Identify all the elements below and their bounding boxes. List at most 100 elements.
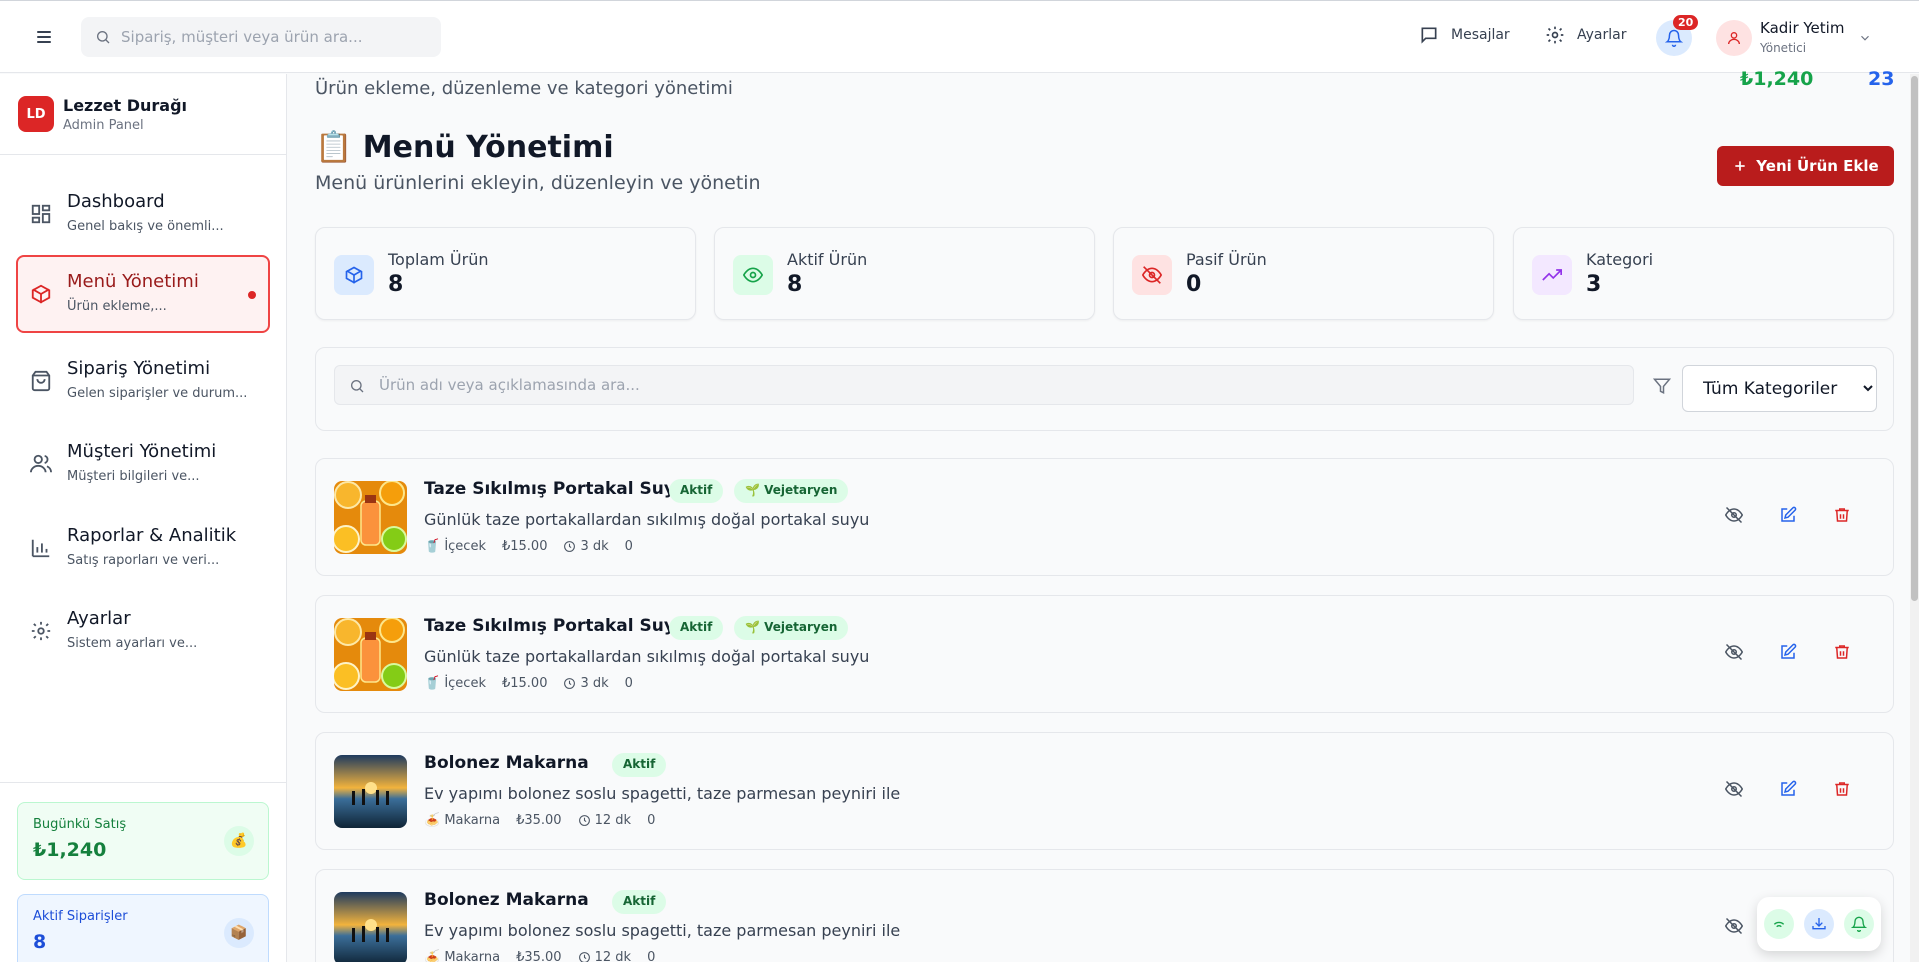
edit-button[interactable] <box>1779 780 1797 798</box>
product-image <box>334 892 407 962</box>
cube-icon <box>334 255 374 295</box>
edit-icon <box>1781 780 1797 796</box>
hide-button[interactable] <box>1724 643 1744 661</box>
sidebar-item-subtitle: Sistem ayarları ve... <box>67 636 198 651</box>
add-product-label: Yeni Ürün Ekle <box>1756 157 1879 175</box>
product-search-input[interactable] <box>379 366 1619 404</box>
product-search[interactable] <box>334 365 1634 405</box>
sidebar-item-subtitle: Ürün ekleme,... <box>67 299 167 314</box>
sidebar-item-reports[interactable]: Raporlar & Analitik Satış raporları ve v… <box>16 509 270 587</box>
product-count: 0 <box>624 539 633 554</box>
delete-button[interactable] <box>1833 780 1851 798</box>
search-icon <box>97 31 110 44</box>
sidebar-item-dashboard[interactable]: Dashboard Genel bakış ve önemli... <box>16 175 270 253</box>
trash-icon <box>1835 508 1849 522</box>
category-select[interactable]: Tüm Kategoriler <box>1682 365 1877 412</box>
floating-toolbar <box>1757 897 1881 951</box>
sidebar-item-subtitle: Gelen siparişler ve durum... <box>67 386 248 401</box>
status-badge: Aktif <box>612 890 667 914</box>
kpi-value: 3 <box>1586 272 1602 297</box>
hide-button[interactable] <box>1724 917 1744 935</box>
product-time: 3 dk <box>563 539 609 554</box>
user-icon <box>1728 32 1740 45</box>
download-button[interactable] <box>1804 909 1834 939</box>
product-category: 🥤 İçecek <box>424 676 486 691</box>
add-product-button[interactable]: Yeni Ürün Ekle <box>1717 146 1894 186</box>
chevron-down-icon[interactable] <box>1858 31 1872 45</box>
vegetarian-badge: 🌱 Vejetaryen <box>734 479 849 503</box>
prep-time: 3 dk <box>580 539 609 554</box>
product-row: Taze Sıkılmış Portakal Suyu Aktif 🌱 Veje… <box>315 595 1894 713</box>
wifi-button[interactable] <box>1764 909 1794 939</box>
sidebar-item-menu-management[interactable]: Menü Yönetimi Ürün ekleme,... <box>16 255 270 333</box>
product-description: Ev yapımı bolonez soslu spagetti, taze p… <box>424 921 901 940</box>
settings-button[interactable]: Ayarlar <box>1545 25 1626 45</box>
sidebar-item-title: Ayarlar <box>67 608 131 629</box>
brand-subtitle: Admin Panel <box>63 118 144 133</box>
trash-icon <box>1835 782 1849 796</box>
hide-button[interactable] <box>1724 506 1744 524</box>
stat-value: 8 <box>33 931 47 953</box>
product-time: 12 dk <box>578 813 631 828</box>
product-meta: 🥤 İçecek ₺15.00 3 dk 0 <box>424 539 633 554</box>
delete-button[interactable] <box>1833 643 1851 661</box>
product-price: ₺15.00 <box>501 676 548 691</box>
edit-button[interactable] <box>1779 643 1797 661</box>
product-category: 🥤 İçecek <box>424 539 486 554</box>
eye-off-icon <box>1132 255 1172 295</box>
sidebar-item-customers[interactable]: Müşteri Yönetimi Müşteri bilgileri ve... <box>16 425 270 503</box>
sidebar-item-title: Müşteri Yönetimi <box>67 441 217 462</box>
sidebar-item-orders[interactable]: Sipariş Yönetimi Gelen siparişler ve dur… <box>16 342 270 420</box>
active-indicator <box>248 291 256 299</box>
brand-name: Lezzet Durağı <box>63 96 188 115</box>
clock-icon <box>578 815 590 826</box>
menu-toggle-icon[interactable] <box>34 28 54 46</box>
product-meta: 🍝 Makarna ₺35.00 12 dk 0 <box>424 950 655 962</box>
top-bar: Mesajlar Ayarlar 20 Kadir Yetim Yönetici <box>0 0 1919 73</box>
status-badge: Aktif <box>669 479 724 503</box>
sidebar-item-subtitle: Müşteri bilgileri ve... <box>67 469 200 484</box>
prep-time: 12 dk <box>594 813 632 828</box>
scrollbar-thumb[interactable] <box>1911 76 1918 601</box>
product-actions <box>1724 643 1851 661</box>
vegetarian-badge: 🌱 Vejetaryen <box>734 616 849 640</box>
trash-icon <box>1835 645 1849 659</box>
box-icon <box>31 284 51 304</box>
product-count: 0 <box>647 813 656 828</box>
plus-icon <box>1735 161 1745 171</box>
page-subtitle: Menü ürünlerini ekleyin, düzenleyin ve y… <box>315 172 761 194</box>
scrollbar[interactable] <box>1910 74 1919 962</box>
hide-button[interactable] <box>1724 780 1744 798</box>
user-name[interactable]: Kadir Yetim <box>1760 19 1844 37</box>
product-description: Günlük taze portakallardan sıkılmış doğa… <box>424 510 870 529</box>
messages-button[interactable]: Mesajlar <box>1419 25 1510 45</box>
edit-button[interactable] <box>1779 506 1797 524</box>
alert-button[interactable] <box>1844 909 1874 939</box>
kpi-categories: Kategori 3 <box>1513 227 1894 320</box>
product-name: Bolonez Makarna <box>424 890 589 910</box>
product-image <box>334 481 407 554</box>
kpi-label: Toplam Ürün <box>388 250 489 269</box>
product-count: 0 <box>624 676 633 691</box>
clock-icon <box>564 678 576 689</box>
eye-off-icon <box>1724 643 1744 661</box>
kpi-passive-products: Pasif Ürün 0 <box>1113 227 1494 320</box>
product-description: Ev yapımı bolonez soslu spagetti, taze p… <box>424 784 901 803</box>
delete-button[interactable] <box>1833 506 1851 524</box>
product-row: Bolonez Makarna Aktif Ev yapımı bolonez … <box>315 869 1894 962</box>
avatar[interactable] <box>1716 20 1752 56</box>
eye-off-icon <box>1724 917 1744 935</box>
global-search-input[interactable] <box>121 17 431 57</box>
sidebar-item-settings[interactable]: Ayarlar Sistem ayarları ve... <box>16 592 270 670</box>
product-actions <box>1724 780 1851 798</box>
product-price: ₺35.00 <box>516 950 562 962</box>
package-icon: 📦 <box>224 918 254 948</box>
dashboard-icon <box>31 204 51 224</box>
global-search[interactable] <box>81 17 441 57</box>
divider <box>0 154 287 155</box>
kpi-label: Kategori <box>1586 250 1654 269</box>
top-revenue: ₺1,240 <box>1740 68 1814 90</box>
sidebar: LD Lezzet Durağı Admin Panel Dashboard G… <box>0 74 287 962</box>
filter-icon <box>1653 378 1671 394</box>
stat-value: ₺1,240 <box>33 839 107 861</box>
